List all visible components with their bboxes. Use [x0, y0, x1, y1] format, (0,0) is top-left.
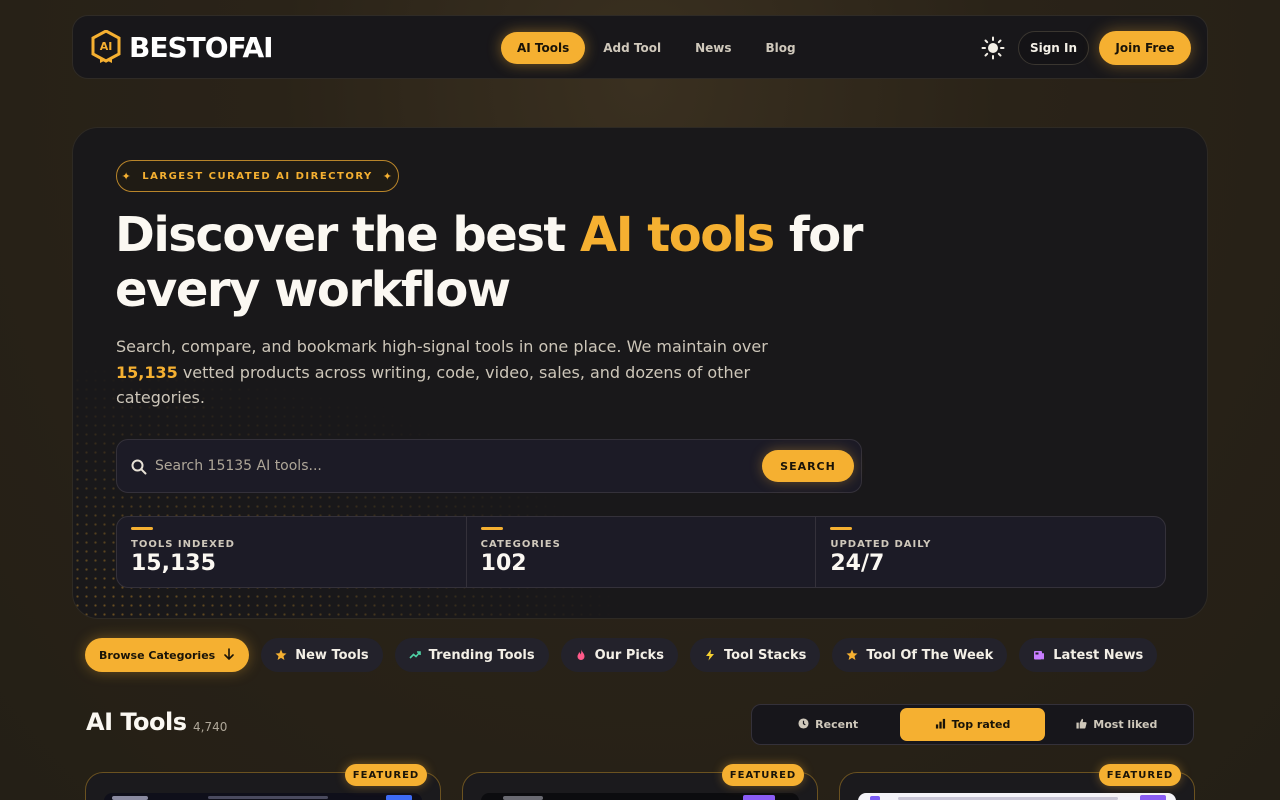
trending-icon: [409, 649, 421, 661]
hero-sub-count: 15,135: [116, 362, 178, 382]
stat-value: 24/7: [830, 551, 885, 576]
stat-label: TOOLS INDEXED: [131, 539, 235, 550]
hero-title-pre: Discover the best: [115, 207, 581, 263]
sort-label: Top rated: [951, 718, 1011, 731]
stat-accent-bar: [131, 527, 153, 530]
filter-tool-of-the-week[interactable]: Tool Of The Week: [832, 638, 1008, 672]
nav-link-blog[interactable]: Blog: [750, 32, 812, 64]
nav-link-ai-tools[interactable]: AI Tools: [501, 32, 586, 64]
logo-badge-icon: AI: [91, 29, 121, 64]
filter-label: Latest News: [1053, 647, 1144, 663]
featured-badge: FEATURED: [1099, 764, 1181, 786]
sparkle-icon: ✦: [382, 169, 394, 183]
search-button[interactable]: SEARCH: [762, 450, 854, 482]
search-icon: [131, 459, 147, 475]
filter-label: Tool Stacks: [723, 647, 807, 663]
sort-label: Recent: [815, 718, 859, 731]
stat-accent-bar: [830, 527, 853, 530]
svg-text:AI: AI: [100, 40, 113, 53]
hero-panel: ✦ LARGEST CURATED AI DIRECTORY ✦ Discove…: [72, 127, 1208, 619]
stat-updated-daily: UPDATED DAILY 24/7: [816, 517, 1165, 587]
stat-categories: CATEGORIES 102: [467, 517, 817, 587]
tool-screenshot: [104, 793, 422, 800]
filter-label: Tool Of The Week: [866, 647, 994, 663]
sort-most-liked[interactable]: Most liked: [1045, 708, 1189, 741]
sparkle-icon: ✦: [121, 169, 133, 183]
news-icon: [1033, 649, 1045, 661]
sort-top-rated[interactable]: Top rated: [900, 708, 1045, 741]
sort-recent[interactable]: Recent: [756, 708, 900, 741]
sign-in-button[interactable]: Sign In: [1018, 31, 1089, 65]
join-free-button[interactable]: Join Free: [1099, 31, 1191, 65]
filter-our-picks[interactable]: Our Picks: [560, 638, 678, 672]
stat-accent-bar: [480, 527, 503, 530]
clock-icon: [798, 717, 809, 732]
sort-toggle: Recent Top rated Most liked: [751, 704, 1194, 745]
section-count: 4,740: [193, 720, 228, 734]
star-icon: [275, 649, 287, 661]
logo-wordmark: BESTOFAI: [129, 30, 274, 64]
nav-link-news[interactable]: News: [679, 32, 747, 64]
search-bar: SEARCH: [116, 439, 862, 493]
hero-sub-post: vetted products across writing, code, vi…: [116, 362, 751, 408]
filter-label: New Tools: [295, 647, 369, 663]
stat-value: 15,135: [131, 551, 216, 576]
hero-badge: ✦ LARGEST CURATED AI DIRECTORY ✦: [116, 160, 399, 192]
hero-sub-pre: Search, compare, and bookmark high-signa…: [116, 337, 768, 356]
browse-categories-button[interactable]: Browse Categories: [85, 638, 250, 672]
filter-label: Trending Tools: [428, 647, 535, 663]
bolt-icon: [704, 649, 716, 661]
tool-screenshot: [481, 793, 799, 800]
thumbs-up-icon: [1076, 718, 1087, 732]
sun-icon[interactable]: [981, 36, 1005, 60]
tool-screenshot: [858, 793, 1176, 800]
stat-label: CATEGORIES: [480, 539, 561, 550]
hero-badge-label: LARGEST CURATED AI DIRECTORY: [142, 170, 373, 182]
section-title: AI Tools: [86, 708, 187, 736]
nav-link-add-tool[interactable]: Add Tool: [587, 32, 677, 64]
filter-latest-news[interactable]: Latest News: [1019, 638, 1158, 672]
stat-value: 102: [480, 551, 527, 576]
top-navbar: AI BESTOFAI AI Tools Add Tool News Blog …: [72, 15, 1208, 79]
hero-title-accent: AI tools: [580, 207, 775, 263]
star-icon: [846, 649, 858, 661]
filter-tool-stacks[interactable]: Tool Stacks: [689, 638, 821, 672]
browse-categories-label: Browse Categories: [99, 648, 216, 662]
bar-chart-icon: [935, 718, 946, 732]
filter-new-tools[interactable]: New Tools: [261, 638, 383, 672]
filter-trending-tools[interactable]: Trending Tools: [394, 638, 549, 672]
stat-tools-indexed: TOOLS INDEXED 15,135: [117, 517, 467, 587]
hero-title: Discover the best AI tools for every wor…: [115, 208, 875, 318]
filter-pills: Browse Categories New Tools Trending Too…: [85, 638, 1158, 672]
sort-label: Most liked: [1093, 718, 1158, 731]
arrow-down-icon: [223, 647, 235, 663]
stats-strip: TOOLS INDEXED 15,135 CATEGORIES 102 UPDA…: [116, 516, 1166, 588]
nav-links: AI Tools Add Tool News Blog: [501, 32, 814, 64]
featured-badge: FEATURED: [345, 764, 427, 786]
featured-badge: FEATURED: [722, 764, 804, 786]
filter-label: Our Picks: [594, 647, 664, 663]
hero-subtitle: Search, compare, and bookmark high-signa…: [116, 334, 796, 411]
stat-label: UPDATED DAILY: [830, 539, 932, 550]
fire-icon: [575, 649, 587, 661]
site-logo[interactable]: AI BESTOFAI: [91, 29, 274, 64]
search-input[interactable]: [155, 440, 715, 492]
